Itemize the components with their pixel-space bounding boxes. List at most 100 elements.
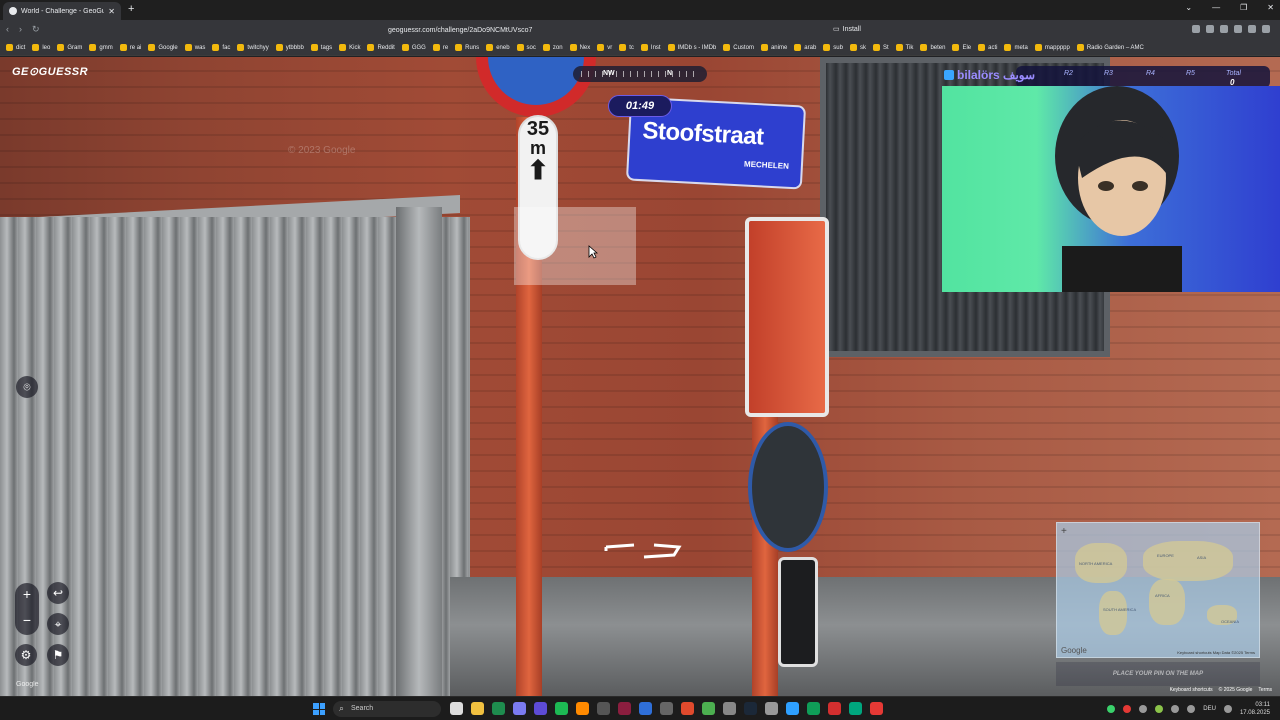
bookmark-item[interactable]: Tik — [895, 44, 913, 51]
bookmark-item[interactable]: sub — [823, 44, 843, 51]
extension-icon[interactable] — [1192, 25, 1200, 33]
bookmark-item[interactable]: tc — [619, 44, 634, 51]
bookmark-item[interactable]: St — [872, 44, 889, 51]
tray-icon[interactable] — [1171, 705, 1180, 713]
bookmark-item[interactable]: re — [432, 44, 448, 51]
app-icon[interactable] — [849, 702, 862, 715]
tray-icon[interactable] — [1107, 705, 1116, 713]
back-icon[interactable]: ‹ — [6, 24, 9, 35]
bookmark-item[interactable]: gmm — [89, 44, 113, 51]
bookmark-item[interactable]: Inst — [640, 44, 661, 51]
maximize-icon[interactable]: ❐ — [1240, 3, 1247, 12]
bookmark-item[interactable]: sk — [849, 44, 866, 51]
close-tab-icon[interactable]: ✕ — [108, 7, 115, 16]
minimize-icon[interactable]: — — [1212, 3, 1220, 12]
bookmark-item[interactable]: vr — [597, 44, 612, 51]
settings-gear-icon[interactable]: ⚙ — [15, 644, 37, 666]
app-icon[interactable] — [534, 702, 547, 715]
settings-app-icon[interactable] — [450, 702, 463, 715]
map-zoom-in-icon[interactable]: + — [1061, 526, 1067, 537]
zoom-out-button[interactable]: − — [15, 609, 39, 635]
app-icon[interactable] — [786, 702, 799, 715]
bookmark-item[interactable]: zon — [542, 44, 563, 51]
bookmark-item[interactable]: fac — [212, 44, 230, 51]
app-icon[interactable] — [807, 702, 820, 715]
tab-geoguessr[interactable]: World - Challenge - GeoGuessr ✕ — [3, 2, 121, 20]
tray-icon[interactable] — [1123, 705, 1132, 713]
undo-icon[interactable]: ↩ — [47, 582, 69, 604]
forward-icon[interactable]: › — [19, 24, 22, 35]
bookmark-item[interactable]: IMDb s - IMDb — [667, 44, 716, 51]
tray-icon[interactable] — [1139, 705, 1148, 713]
language-indicator[interactable]: DEU — [1203, 706, 1216, 712]
clock[interactable]: 03:11 17.08.2025 — [1240, 701, 1270, 717]
new-tab-icon[interactable]: + — [128, 3, 134, 15]
bookmark-item[interactable]: anime — [760, 44, 787, 51]
extension-icon[interactable] — [1234, 25, 1242, 33]
bookmark-item[interactable]: Nex — [569, 44, 590, 51]
bookmark-item[interactable]: Google — [148, 44, 178, 51]
bookmark-item[interactable]: eneb — [486, 44, 510, 51]
bookmark-item[interactable]: GGG — [401, 44, 426, 51]
extension-icon[interactable] — [1220, 25, 1228, 33]
bookmark-item[interactable]: soc — [516, 44, 536, 51]
app-icon[interactable] — [765, 702, 778, 715]
extension-icon[interactable] — [1248, 25, 1256, 33]
bookmark-item[interactable]: leo — [32, 44, 50, 51]
bookmark-item[interactable]: Reddit — [367, 44, 395, 51]
opera-icon[interactable] — [828, 702, 841, 715]
app-icon[interactable] — [702, 702, 715, 715]
bookmark-item[interactable]: Gram — [57, 44, 82, 51]
zoom-in-button[interactable]: + — [15, 583, 39, 609]
guess-minimap[interactable]: NORTH AMERICA SOUTH AMERICA AFRICA EUROP… — [1056, 522, 1260, 658]
app-icon[interactable] — [597, 702, 610, 715]
terms-link[interactable]: Terms — [1258, 687, 1272, 693]
bookmark-item[interactable]: meta — [1004, 44, 1028, 51]
bookmark-item[interactable]: Runs — [455, 44, 479, 51]
bookmark-item[interactable]: mappppp — [1034, 44, 1070, 51]
vivaldi-icon[interactable] — [870, 702, 883, 715]
bookmark-item[interactable]: beten — [920, 44, 945, 51]
menu-icon[interactable] — [1262, 25, 1270, 33]
map-pin-icon[interactable]: ⌾ — [16, 376, 38, 398]
extension-icon[interactable] — [1206, 25, 1214, 33]
flag-icon[interactable]: ⚑ — [47, 644, 69, 666]
bookmark-item[interactable]: was — [184, 44, 205, 51]
bookmark-item[interactable]: dict — [6, 44, 25, 51]
bookmark-item[interactable]: arab — [794, 44, 816, 51]
tray-icon[interactable] — [1155, 705, 1164, 713]
bookmark-item[interactable]: re ai — [119, 44, 141, 51]
bookmark-item[interactable]: Custom — [723, 44, 754, 51]
install-button[interactable]: ▭ Install — [833, 25, 861, 34]
return-to-start-icon[interactable]: ⌖ — [47, 613, 69, 635]
bookmark-item[interactable]: Kick — [339, 44, 360, 51]
close-window-icon[interactable]: ✕ — [1267, 3, 1274, 12]
app-icon[interactable] — [660, 702, 673, 715]
compass[interactable]: NW N — [573, 66, 707, 82]
vlc-icon[interactable] — [576, 702, 589, 715]
app-icon[interactable] — [618, 702, 631, 715]
file-explorer-icon[interactable] — [471, 702, 484, 715]
steam-icon[interactable] — [744, 702, 757, 715]
taskbar-search[interactable]: Search — [333, 700, 441, 717]
keyboard-shortcuts-link[interactable]: Keyboard shortcuts — [1170, 687, 1213, 693]
place-pin-button[interactable]: PLACE YOUR PIN ON THE MAP — [1056, 662, 1260, 686]
bookmark-item[interactable]: tags — [310, 44, 332, 51]
wifi-icon[interactable] — [1187, 705, 1196, 713]
address-bar[interactable]: geoguessr.com/challenge/2aDo9NCMtUVsco7 — [350, 22, 910, 38]
speaker-icon[interactable] — [1223, 705, 1232, 713]
photoshop-icon[interactable] — [639, 702, 652, 715]
chevron-down-icon[interactable]: ⌄ — [1185, 3, 1192, 12]
movement-arrow-icon[interactable] — [604, 537, 684, 567]
bookmark-item[interactable]: ytbbbb — [275, 44, 304, 51]
app-icon[interactable] — [513, 702, 526, 715]
brave-icon[interactable] — [681, 702, 694, 715]
bookmark-item[interactable]: Radio Garden – AMC — [1076, 44, 1144, 51]
geoguessr-logo[interactable]: GE⊙GUESSR — [12, 65, 88, 78]
app-icon[interactable] — [723, 702, 736, 715]
windows-start-icon[interactable] — [313, 703, 325, 715]
bookmark-item[interactable]: Ele — [952, 44, 971, 51]
reload-icon[interactable]: ↻ — [32, 24, 40, 35]
excel-icon[interactable] — [492, 702, 505, 715]
spotify-icon[interactable] — [555, 702, 568, 715]
